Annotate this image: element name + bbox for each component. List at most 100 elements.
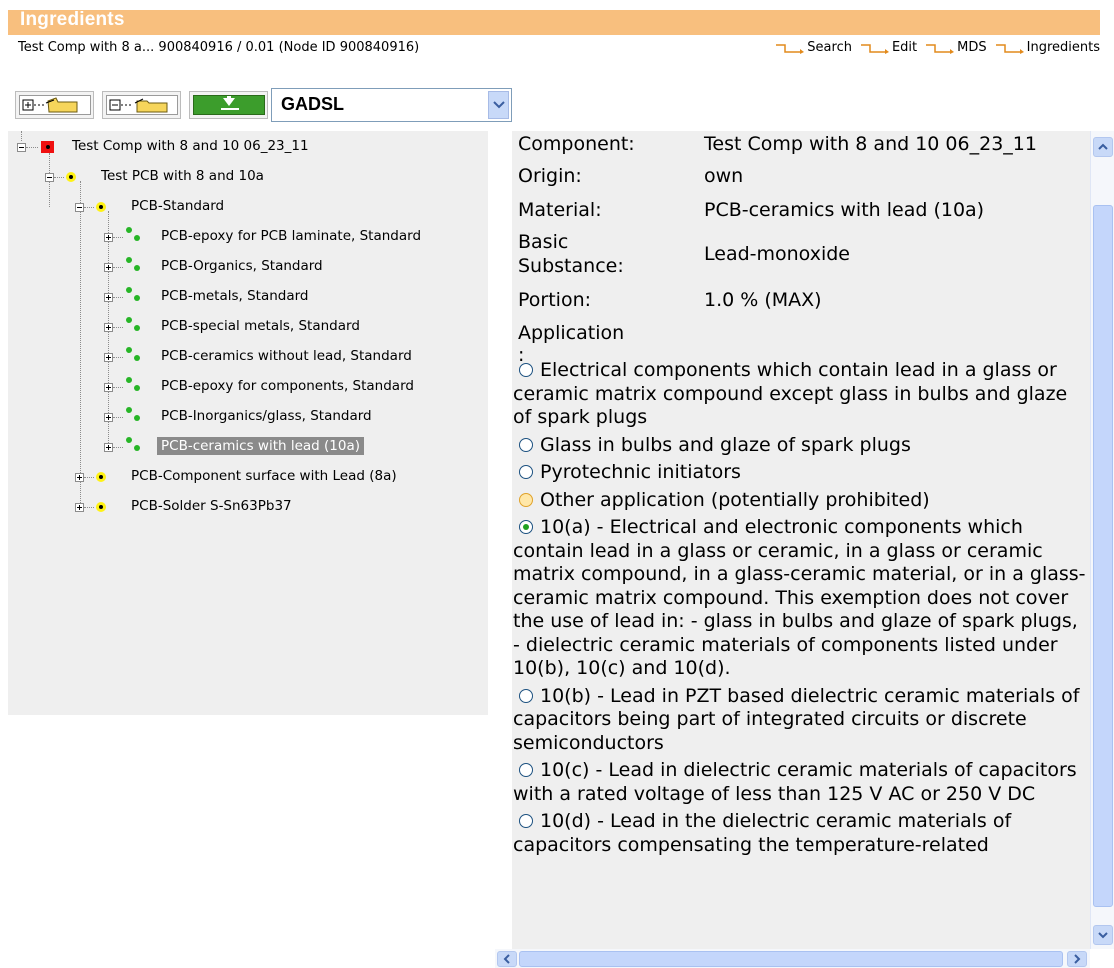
download-arrow-icon	[220, 96, 239, 110]
collapse-icon[interactable]	[17, 143, 26, 152]
application-option[interactable]: Electrical components which contain lead…	[513, 359, 1087, 430]
scroll-down-button[interactable]	[1093, 925, 1113, 945]
application-option-label: 10(d) - Lead in the dielectric ceramic m…	[513, 810, 1012, 856]
material-icon	[126, 257, 140, 271]
collapse-icon[interactable]	[75, 203, 84, 212]
application-option[interactable]: 10(b) - Lead in PZT based dielectric cer…	[513, 685, 1087, 756]
component-value: Test Comp with 8 and 10 06_23_11	[704, 133, 1037, 155]
material-icon	[126, 317, 140, 331]
tree-node-label: PCB-Inorganics/glass, Standard	[161, 408, 372, 424]
semicomponent-icon	[66, 172, 76, 182]
application-option-prohibited[interactable]: Other application (potentially prohibite…	[513, 489, 1087, 513]
radio-icon[interactable]	[519, 363, 533, 377]
expand-icon[interactable]	[104, 263, 113, 272]
expand-icon[interactable]	[104, 383, 113, 392]
application-option-label: Glass in bulbs and glaze of spark plugs	[540, 433, 911, 456]
portion-value: 1.0 % (MAX)	[704, 289, 822, 311]
ingredient-tree: Test Comp with 8 and 10 06_23_11 Test PC…	[8, 131, 488, 715]
tree-node-label: PCB-ceramics without lead, Standard	[161, 348, 412, 364]
application-option[interactable]: 10(d) - Lead in the dielectric ceramic m…	[513, 810, 1087, 857]
collapse-icon[interactable]	[45, 173, 54, 182]
expand-all-button[interactable]	[15, 91, 94, 119]
vertical-scrollbar[interactable]	[1090, 131, 1114, 949]
origin-label: Origin:	[518, 165, 582, 187]
expand-icon[interactable]	[104, 353, 113, 362]
download-button[interactable]	[189, 91, 268, 119]
tree-node-label: PCB-epoxy for components, Standard	[161, 378, 414, 394]
semicomponent-icon	[96, 202, 106, 212]
chevron-left-icon	[503, 954, 510, 964]
application-option[interactable]: Pyrotechnic initiators	[513, 461, 1087, 485]
arrow-right-icon	[995, 43, 1024, 54]
component-icon	[41, 141, 54, 153]
radio-warning-icon[interactable]	[519, 492, 533, 507]
application-option[interactable]: Glass in bulbs and glaze of spark plugs	[513, 434, 1087, 458]
expand-icon[interactable]	[104, 443, 113, 452]
application-option-label: 10(a) - Electrical and electronic compon…	[513, 516, 1086, 679]
semicomponent-icon	[96, 502, 106, 512]
radio-icon[interactable]	[519, 437, 533, 452]
basic-substance-value: Lead-monoxide	[704, 243, 850, 265]
scroll-up-button[interactable]	[1093, 137, 1113, 157]
application-option-label: 10(c) - Lead in dielectric ceramic mater…	[513, 759, 1077, 805]
page-header: Ingredients	[8, 9, 1100, 35]
chevron-down-icon[interactable]	[488, 91, 509, 119]
expand-icon[interactable]	[75, 473, 84, 482]
breadcrumb-label: Edit	[891, 40, 918, 55]
scroll-right-button[interactable]	[1067, 951, 1087, 967]
tree-node-label: PCB-ceramics with lead (10a)	[157, 437, 365, 455]
application-option-selected[interactable]: 10(a) - Electrical and electronic compon…	[513, 516, 1087, 681]
chevron-up-icon	[1098, 143, 1108, 150]
material-icon	[126, 347, 140, 361]
basic-substance-label: Substance:	[518, 255, 624, 277]
regulation-select-value: GADSL	[281, 94, 344, 114]
breadcrumb-edit[interactable]: Edit	[860, 40, 917, 55]
page-title: Ingredients	[20, 9, 125, 30]
radio-icon[interactable]	[519, 814, 533, 828]
tree-node-label: PCB-metals, Standard	[161, 288, 309, 304]
origin-value: own	[704, 165, 744, 187]
component-label: Component:	[518, 133, 635, 155]
semicomponent-icon	[96, 472, 106, 482]
tree-node-label: Test Comp with 8 and 10 06_23_11	[72, 138, 309, 154]
material-icon	[126, 407, 140, 421]
regulation-select[interactable]: GADSL	[271, 88, 512, 122]
tree-node-label: Test PCB with 8 and 10a	[101, 168, 264, 184]
expand-icon[interactable]	[75, 503, 84, 512]
tree-node-label: PCB-Standard	[131, 198, 225, 214]
scrollbar-thumb[interactable]	[1093, 205, 1113, 907]
arrow-right-icon	[926, 43, 955, 54]
application-option-label: Electrical components which contain lead…	[513, 359, 1068, 428]
breadcrumb-mds[interactable]: MDS	[925, 40, 987, 55]
horizontal-scrollbar[interactable]	[495, 949, 1090, 968]
chevron-down-icon	[1098, 932, 1108, 939]
radio-icon[interactable]	[519, 763, 533, 777]
application-option-label: Other application (potentially prohibite…	[540, 488, 930, 511]
scroll-left-button[interactable]	[497, 951, 517, 967]
material-icon	[126, 227, 140, 241]
tree-node-label: PCB-Solder S-Sn63Pb37	[131, 498, 292, 514]
basic-substance-label: Basic	[518, 231, 569, 253]
breadcrumb-label: Ingredients	[1026, 40, 1100, 55]
expand-icon[interactable]	[104, 323, 113, 332]
collapse-folder-icon	[109, 98, 167, 113]
expand-icon[interactable]	[104, 233, 113, 242]
arrow-right-icon	[776, 43, 805, 54]
material-value: PCB-ceramics with lead (10a)	[704, 199, 985, 221]
material-icon	[126, 437, 140, 451]
expand-icon[interactable]	[104, 293, 113, 302]
breadcrumb: Search Edit MDS Ingredients	[775, 40, 1100, 55]
breadcrumb-label: MDS	[957, 40, 987, 55]
material-icon	[126, 377, 140, 391]
collapse-all-button[interactable]	[102, 91, 181, 119]
tree-node-label: PCB-epoxy for PCB laminate, Standard	[161, 228, 422, 244]
breadcrumb-search[interactable]: Search	[775, 40, 852, 55]
application-option[interactable]: 10(c) - Lead in dielectric ceramic mater…	[513, 759, 1087, 806]
scrollbar-thumb[interactable]	[519, 951, 1063, 967]
radio-icon[interactable]	[519, 688, 533, 703]
radio-checked-icon[interactable]	[519, 520, 533, 534]
expand-icon[interactable]	[104, 413, 113, 422]
breadcrumb-ingredients[interactable]: Ingredients	[995, 40, 1100, 55]
application-option-label: 10(b) - Lead in PZT based dielectric cer…	[513, 684, 1080, 754]
radio-icon[interactable]	[519, 465, 533, 479]
